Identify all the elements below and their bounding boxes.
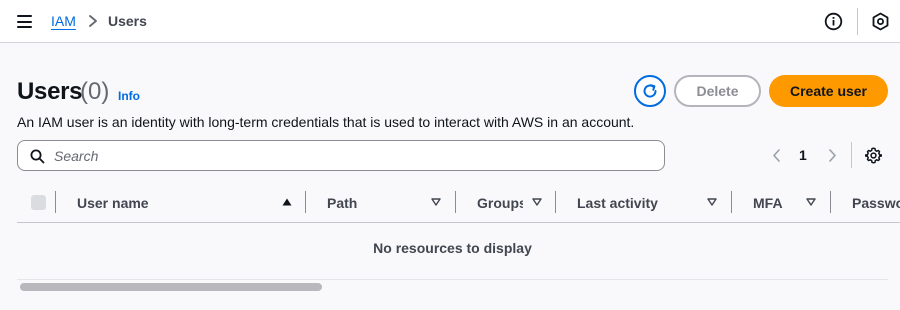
column-header-password-age[interactable]: Password age [852,195,900,211]
empty-state-row: No resources to display [17,223,888,280]
gear-icon[interactable] [865,147,882,164]
delete-button[interactable]: Delete [674,75,761,107]
refresh-icon [643,84,657,98]
page-title: Users [17,78,83,105]
search-input[interactable] [54,142,654,169]
empty-state-message: No resources to display [373,240,532,256]
chevron-right-icon [89,15,97,27]
pagination-divider [851,142,852,168]
cloudshell-icon[interactable] [871,12,890,31]
menu-icon[interactable] [17,15,32,28]
breadcrumb-current: Users [108,13,147,29]
column-header-user-name[interactable]: User name [77,195,149,211]
info-link[interactable]: Info [118,89,140,103]
search-field[interactable] [17,140,665,171]
sort-icon[interactable] [532,198,542,206]
next-page-icon[interactable] [828,149,837,162]
column-divider [830,191,831,213]
column-divider [55,191,56,213]
refresh-button[interactable] [634,75,666,107]
toolbar-divider [857,8,858,35]
sort-icon[interactable] [806,198,816,206]
column-divider [455,191,456,213]
column-divider [555,191,556,213]
sort-icon[interactable] [431,198,441,206]
column-divider [731,191,732,213]
page-description: An IAM user is an identity with long-ter… [17,114,635,130]
column-divider [305,191,306,213]
horizontal-scrollbar[interactable] [20,283,322,291]
sort-icon[interactable] [707,198,717,206]
column-header-last-activity[interactable]: Last activity [577,195,658,211]
table-header: User name Path Groups Last activity MFA … [17,183,900,223]
page-number[interactable]: 1 [799,147,807,163]
search-icon [30,149,45,164]
info-icon[interactable] [824,12,843,31]
breadcrumb-iam-link[interactable]: IAM [51,13,76,29]
select-all-checkbox[interactable] [31,195,46,210]
column-header-mfa[interactable]: MFA [753,195,783,211]
column-header-path[interactable]: Path [327,195,357,211]
sort-ascending-icon[interactable] [282,198,292,206]
previous-page-icon[interactable] [772,149,781,162]
create-user-button[interactable]: Create user [769,75,888,107]
user-count: (0) [80,78,110,105]
top-navigation-bar: IAM Users [0,0,900,43]
column-header-groups[interactable]: Groups [477,195,523,211]
